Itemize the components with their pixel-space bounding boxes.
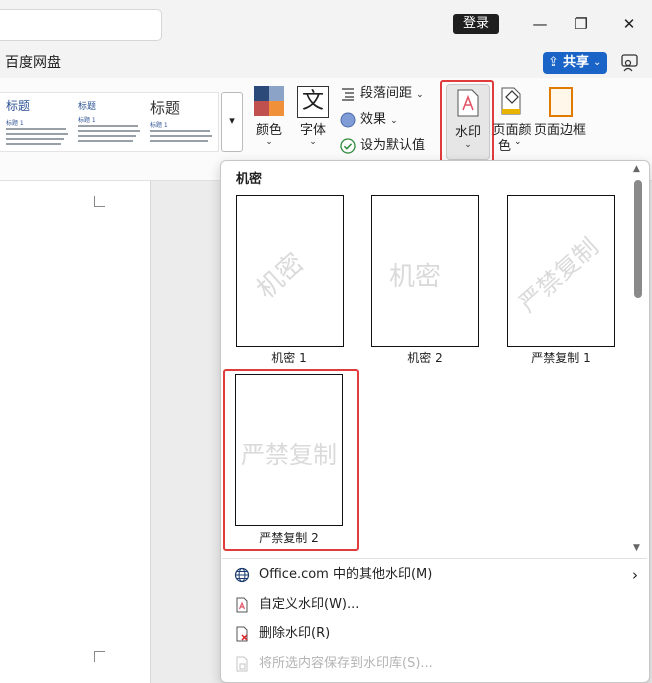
style-subtitle: 标题 1 <box>6 120 24 127</box>
comment-icon[interactable] <box>620 53 640 73</box>
thumbnail-label: 严禁复制 1 <box>531 351 591 365</box>
chevron-right-icon: › <box>632 566 638 584</box>
scroll-up-icon[interactable]: ▲ <box>633 164 640 174</box>
watermark-button[interactable]: 水印 ⌄ <box>446 84 490 160</box>
chevron-down-icon: ⌄ <box>265 137 273 147</box>
scroll-down-icon[interactable]: ▼ <box>633 543 640 553</box>
style-item[interactable]: 标题 标题 1 <box>72 93 142 151</box>
watermark-icon <box>457 89 479 117</box>
minimize-button[interactable]: — <box>526 10 554 38</box>
menu-item-label: 将所选内容保存到水印库(S)... <box>259 656 433 671</box>
close-button[interactable]: ✕ <box>615 10 643 38</box>
share-label: 共享 <box>563 55 590 70</box>
thumbnail-label: 机密 2 <box>407 351 443 365</box>
watermark-thumbnail-confidential-1[interactable]: 机密 <box>236 195 344 347</box>
remove-watermark-icon <box>236 626 248 642</box>
chevron-down-icon: ⌄ <box>309 137 317 147</box>
fonts-label: 字体 <box>299 123 326 138</box>
effects-label: 效果 <box>360 112 387 127</box>
menu-item-label: 自定义水印(W)... <box>259 597 360 612</box>
watermark-preview-text: 严禁复制 <box>241 441 337 469</box>
fonts-button[interactable]: 文 字体 ⌄ <box>292 84 334 154</box>
thumbnail-label: 机密 1 <box>271 351 307 365</box>
section-header: 机密 <box>236 172 263 187</box>
chevron-down-icon: ⌄ <box>593 57 602 68</box>
menu-item-office-more-watermarks[interactable]: Office.com 中的其他水印(M) › <box>232 562 642 588</box>
watermark-label: 水印 <box>454 125 481 140</box>
watermark-preview-text: 机密 <box>389 262 442 292</box>
chevron-down-icon: ⌄ <box>514 137 522 147</box>
effects-button[interactable]: 效果 ⌄ <box>340 110 398 130</box>
style-item[interactable]: 标题 标题 1 <box>0 93 70 151</box>
checkmark-icon <box>340 137 356 154</box>
thumbnail-label: 严禁复制 2 <box>259 531 319 545</box>
chevron-down-icon: ⌄ <box>464 140 472 150</box>
scrollbar-thumb[interactable] <box>634 180 642 298</box>
text-line <box>6 133 68 135</box>
restore-button[interactable]: ❐ <box>567 10 595 38</box>
paragraph-spacing-button[interactable]: 段落间距 ⌄ <box>340 84 424 104</box>
watermark-preview-text: 严禁复制 <box>513 232 604 318</box>
margin-corner-mark <box>94 196 105 207</box>
watermark-thumbnail-confidential-2[interactable]: 机密 <box>371 195 479 347</box>
margin-corner-mark <box>94 651 105 662</box>
page-color-button[interactable]: 页面颜 色 ⌄ <box>490 84 534 154</box>
watermark-thumbnail-no-copy-2[interactable]: 严禁复制 <box>235 374 343 526</box>
text-line <box>78 125 138 127</box>
paragraph-spacing-label: 段落间距 <box>360 86 413 101</box>
set-default-button[interactable]: 设为默认值 <box>340 136 425 156</box>
share-icon: ⇪ <box>548 55 559 70</box>
page-color-icon <box>501 87 521 115</box>
text-line <box>6 138 64 140</box>
save-gallery-icon <box>236 656 248 672</box>
text-line <box>150 140 208 142</box>
globe-icon <box>234 567 250 583</box>
text-line <box>78 140 133 142</box>
page-border-icon <box>549 87 573 117</box>
paragraph-spacing-icon <box>342 87 354 101</box>
style-title: 标题 <box>78 102 97 112</box>
menu-item-save-to-gallery: 将所选内容保存到水印库(S)... <box>232 651 642 677</box>
text-line <box>150 135 212 137</box>
chevron-down-icon: ⌄ <box>390 116 398 126</box>
search-input[interactable] <box>0 9 162 41</box>
colors-label: 颜色 <box>255 123 282 138</box>
set-default-label: 设为默认值 <box>360 138 426 153</box>
menu-item-custom-watermark[interactable]: 自定义水印(W)... <box>232 592 642 618</box>
font-icon: 文 <box>297 86 329 118</box>
page-border-label: 页面边框 <box>534 123 587 138</box>
effects-icon <box>340 112 356 127</box>
page-color-label: 页面颜 <box>492 123 532 138</box>
text-line <box>6 128 66 130</box>
document-page[interactable] <box>0 181 151 683</box>
text-line <box>78 135 136 137</box>
text-line <box>6 143 61 145</box>
share-button[interactable]: ⇪ 共享 ⌄ <box>543 52 607 74</box>
style-item[interactable]: 标题 标题 1 <box>144 93 216 151</box>
custom-watermark-icon <box>236 597 248 613</box>
chevron-down-icon: ⌄ <box>416 90 424 100</box>
page-border-button[interactable]: 页面边框 <box>534 84 586 154</box>
text-line <box>150 130 210 132</box>
colors-button[interactable]: 颜色 ⌄ <box>248 84 290 154</box>
document-styles-gallery[interactable]: 标题 标题 1 标题 标题 1 标题 标题 1 <box>0 92 219 152</box>
style-subtitle: 标题 1 <box>150 122 168 129</box>
watermark-thumbnail-no-copy-1[interactable]: 严禁复制 <box>507 195 615 347</box>
login-button[interactable]: 登录 <box>453 14 499 34</box>
gallery-more-button[interactable]: ▾ <box>221 92 243 152</box>
menu-item-label: 删除水印(R) <box>259 626 331 641</box>
color-palette-icon <box>254 86 284 116</box>
watermark-preview-text: 机密 <box>251 247 311 305</box>
style-subtitle: 标题 1 <box>78 117 96 124</box>
tab-baidu-netdisk[interactable]: 百度网盘 <box>5 53 61 73</box>
style-title: 标题 <box>6 99 31 113</box>
menu-separator <box>222 558 647 559</box>
menu-item-label: Office.com 中的其他水印(M) <box>259 567 433 582</box>
style-title: 标题 <box>150 99 181 117</box>
menu-item-remove-watermark[interactable]: 删除水印(R) <box>232 621 642 647</box>
text-line <box>78 130 140 132</box>
page-color-label-2: 色 <box>498 139 512 154</box>
